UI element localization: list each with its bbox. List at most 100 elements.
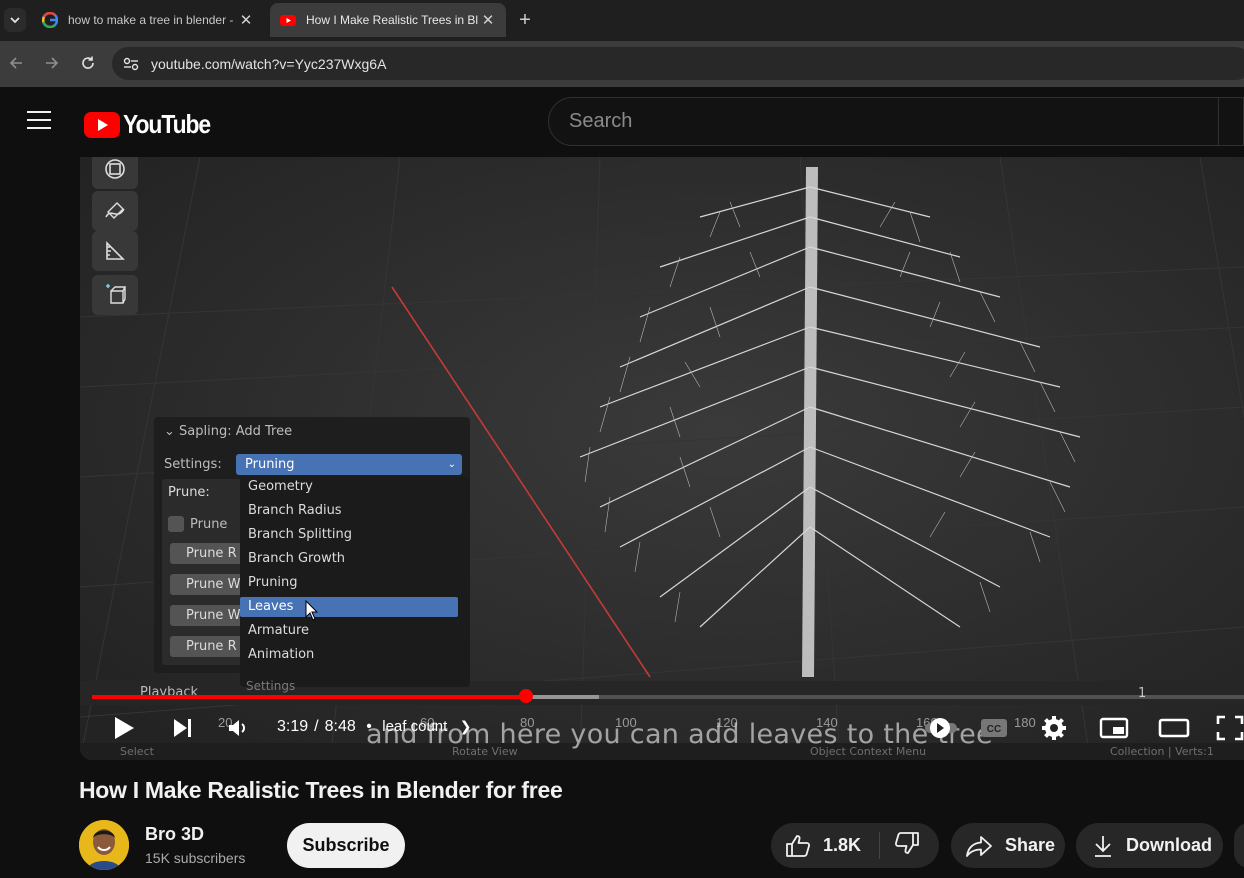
time-total: 8:48 bbox=[324, 718, 356, 735]
theater-icon bbox=[1158, 718, 1190, 738]
annotate-tool-button bbox=[92, 191, 138, 231]
video-player[interactable]: ⌄ Sapling: Add Tree Settings: Pruning ⌄ … bbox=[80, 157, 1244, 760]
time-display: 3:19 / 8:48 • leaf count ❯ bbox=[277, 718, 471, 736]
dropdown-item: Branch Splitting bbox=[248, 527, 353, 542]
download-icon bbox=[1095, 835, 1111, 857]
captions-button[interactable]: CC bbox=[978, 710, 1010, 746]
add-cube-tool-button bbox=[92, 275, 138, 315]
more-actions-button[interactable] bbox=[1234, 823, 1244, 868]
like-button[interactable]: 1.8K bbox=[785, 834, 861, 858]
youtube-icon bbox=[280, 15, 296, 26]
dropdown-item: Armature bbox=[248, 623, 310, 638]
avatar[interactable] bbox=[79, 820, 129, 870]
prune-label: Prune: bbox=[168, 485, 210, 500]
ruler-icon bbox=[106, 241, 125, 260]
progress-played bbox=[92, 695, 526, 699]
volume-icon bbox=[229, 720, 245, 736]
transform-icon bbox=[105, 159, 125, 179]
dropdown-item: Branch Growth bbox=[248, 551, 346, 566]
tab-title: how to make a tree in blender - bbox=[68, 13, 234, 27]
autoplay-icon bbox=[925, 718, 957, 738]
settings-label: Settings: bbox=[164, 457, 222, 472]
youtube-logo[interactable]: YouTube bbox=[84, 109, 222, 140]
miniplayer-button[interactable] bbox=[1096, 710, 1132, 746]
tune-icon bbox=[123, 57, 139, 70]
like-dislike-group: 1.8K bbox=[771, 823, 939, 868]
channel-avatar-image bbox=[79, 820, 129, 870]
checkbox-icon bbox=[168, 516, 184, 532]
subscribe-button[interactable]: Subscribe bbox=[287, 823, 405, 868]
prune-checkbox: Prune bbox=[168, 516, 227, 532]
autoplay-toggle[interactable] bbox=[923, 710, 959, 746]
url-text: youtube.com/watch?v=Yyc237Wxg6A bbox=[151, 55, 387, 72]
menu-icon[interactable] bbox=[27, 111, 51, 131]
arrow-right-icon bbox=[46, 57, 59, 69]
next-button[interactable] bbox=[166, 710, 198, 746]
fullscreen-button[interactable] bbox=[1216, 710, 1244, 746]
prune-checkbox-label: Prune bbox=[190, 516, 228, 532]
skip-next-icon bbox=[174, 719, 191, 737]
chapter-title[interactable]: leaf count bbox=[382, 718, 447, 735]
thumbs-down-icon bbox=[895, 832, 919, 854]
prune-button: Prune R bbox=[170, 636, 244, 657]
mute-button[interactable] bbox=[222, 710, 254, 746]
prune-button: Prune R bbox=[170, 543, 244, 564]
youtube-masthead: YouTube bbox=[0, 87, 1244, 157]
chevron-right-icon[interactable]: ❯ bbox=[460, 718, 472, 734]
sapling-panel-title: ⌄ Sapling: Add Tree bbox=[164, 424, 293, 439]
google-icon bbox=[42, 12, 58, 28]
tab-youtube-video[interactable]: How I Make Realistic Trees in Bl ✕ bbox=[270, 3, 506, 37]
address-bar[interactable]: youtube.com/watch?v=Yyc237Wxg6A bbox=[112, 47, 1244, 80]
thumbs-up-icon bbox=[786, 834, 811, 857]
dropdown-item: Animation bbox=[248, 647, 315, 662]
dropdown-item: Pruning bbox=[248, 575, 298, 590]
forward-button[interactable] bbox=[41, 52, 63, 74]
search-divider bbox=[1218, 97, 1219, 146]
tab-google-search[interactable]: how to make a tree in blender - ✕ bbox=[32, 3, 264, 37]
fullscreen-icon bbox=[1216, 715, 1244, 741]
status-select: Select bbox=[120, 745, 154, 758]
bullet-separator: • bbox=[366, 718, 372, 735]
reload-icon bbox=[82, 56, 94, 69]
back-button[interactable] bbox=[5, 52, 27, 74]
mouse-cursor-icon bbox=[305, 600, 319, 621]
search-input[interactable] bbox=[569, 110, 1209, 133]
new-tab-button[interactable]: + bbox=[514, 9, 536, 32]
arrow-left-icon bbox=[9, 57, 22, 69]
tab-search-button[interactable] bbox=[4, 8, 26, 32]
sapling-title-text: Sapling: Add Tree bbox=[179, 424, 293, 439]
site-info-button[interactable] bbox=[118, 53, 144, 75]
play-icon bbox=[115, 717, 134, 739]
chevron-down-icon: ⌄ bbox=[447, 459, 456, 470]
play-button[interactable] bbox=[108, 710, 140, 746]
prune-button: Prune W bbox=[170, 574, 244, 595]
settings-select-value: Pruning bbox=[245, 457, 295, 472]
settings-button[interactable] bbox=[1038, 710, 1070, 746]
gear-icon bbox=[1042, 716, 1066, 740]
theater-mode-button[interactable] bbox=[1156, 710, 1192, 746]
progress-scrubber[interactable] bbox=[519, 689, 533, 703]
status-stats: Collection | Verts:1 bbox=[1110, 745, 1214, 758]
subscriber-count: 15K subscribers bbox=[145, 850, 246, 866]
time-separator: / bbox=[314, 718, 319, 735]
settings-dropdown: Geometry Branch Radius Branch Splitting … bbox=[240, 477, 470, 693]
cc-icon: CC bbox=[981, 719, 1007, 737]
add-cube-icon bbox=[106, 284, 127, 304]
tab-title: How I Make Realistic Trees in Bl bbox=[306, 13, 479, 27]
download-button[interactable]: Download bbox=[1076, 823, 1223, 868]
like-count: 1.8K bbox=[823, 835, 862, 855]
channel-name[interactable]: Bro 3D bbox=[145, 824, 204, 845]
share-label: Share bbox=[1005, 835, 1056, 855]
download-label: Download bbox=[1126, 835, 1212, 855]
move-tool-button bbox=[92, 157, 138, 189]
search-box[interactable] bbox=[548, 97, 1244, 146]
timeline-tick: 180 bbox=[1014, 715, 1036, 730]
reload-button[interactable] bbox=[77, 52, 99, 74]
like-divider bbox=[879, 832, 881, 859]
dislike-button[interactable] bbox=[894, 831, 920, 860]
close-icon[interactable]: ✕ bbox=[480, 11, 496, 29]
share-button[interactable]: Share bbox=[951, 823, 1065, 868]
close-icon[interactable]: ✕ bbox=[238, 11, 254, 29]
youtube-icon bbox=[84, 111, 120, 138]
dropdown-footer: Settings bbox=[246, 679, 296, 693]
